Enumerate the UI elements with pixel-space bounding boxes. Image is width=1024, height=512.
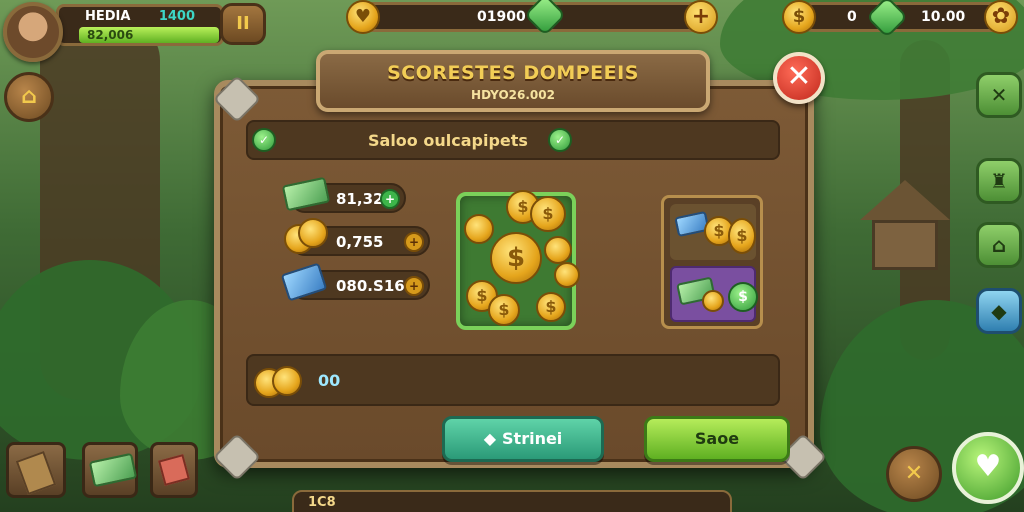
bonus-slot-coins: $ $ [670,204,756,260]
coin-icon [554,262,580,288]
diamond-icon: ◆ [483,429,497,448]
section-title: Saloo oulcapipets [368,131,528,150]
add-resource-button[interactable]: + [404,232,424,252]
clover-icon[interactable]: ✿ [984,0,1018,34]
player-plate: HEDIA 1400 82,006 [56,4,224,46]
bonus-slot-gem: $ [670,266,758,322]
coin-stack-icon [284,218,338,258]
gem-count: 10.00 [921,9,966,25]
bonus-card[interactable]: $ $ $ [661,195,763,329]
resource-value: 0,755 [336,233,384,251]
home-button[interactable]: ⌂ [4,72,54,122]
bg-treehouse [860,180,950,270]
close-button[interactable]: ✕ [773,52,825,104]
pause-button[interactable]: II [220,3,266,45]
coin-icon: $ [536,292,566,322]
coin-stack-icon [254,362,308,402]
cash-icon [281,175,332,215]
currency-value: 01900 [477,9,526,25]
player-score: 1400 [158,9,195,24]
resource-row-book: 080.S16 + [280,262,430,302]
inventory-slot-cash[interactable] [82,442,138,498]
add-currency-button[interactable]: + [684,0,718,34]
heart-coin-icon: ♥ [346,0,380,34]
coin-icon: $ [490,232,542,284]
bottom-close-button[interactable]: ✕ [886,446,942,502]
dialog-title-plate: SCORESTES DOMPEEIS HDYO26.002 [316,50,710,112]
bottom-status-text: 1C8 [308,495,336,510]
treasure-coin-pile[interactable]: $ $ $ $ $ $ [456,190,580,330]
section-header: ✓ Saloo oulcapipets ✓ [246,120,780,160]
add-resource-button[interactable]: + [380,189,400,209]
avatar[interactable] [3,2,63,62]
dialog-title: SCORESTES DOMPEEIS [387,62,639,84]
chat-icon[interactable]: ♥ [952,432,1024,504]
secondary-action-label: Strinei [502,429,563,448]
player-xp-bar: 82,006 [79,27,219,43]
map-icon[interactable]: ◆ [976,288,1022,334]
coin-icon: $ [530,196,566,232]
bag-icon[interactable]: ♜ [976,158,1022,204]
secondary-action-button[interactable]: ◆ Strinei [442,416,604,462]
coin-count: 0 [847,9,857,25]
coin-icon: $ [728,218,756,254]
resource-row-cash: 81,328 + [281,176,406,213]
dollar-gem-icon: $ [728,282,758,312]
inventory-slot-scroll[interactable] [6,442,66,498]
coin-icon: $ [782,0,816,34]
bottom-status-bar: 1C8 [292,490,732,512]
info-icon[interactable]: ✓ [252,128,276,152]
book-icon [280,262,332,302]
save-button[interactable]: Saoe [644,416,790,462]
check-icon[interactable]: ✓ [548,128,572,152]
inventory-slot-box[interactable] [150,442,198,498]
dialog-subtitle: HDYO26.002 [471,88,555,102]
coin-icon [544,236,572,264]
resource-value: 080.S16 [336,277,405,295]
boot-icon[interactable]: ⌂ [976,222,1022,268]
side-close-button[interactable]: ✕ [976,72,1022,118]
add-resource-button[interactable]: + [404,276,424,296]
reward-bar: 00 [246,354,780,406]
coin-icon: $ [488,294,520,326]
resource-row-coins: 0,755 + [284,218,430,256]
coin-icon [702,290,724,312]
player-name: HEDIA [85,9,131,24]
coin-icon [464,214,494,244]
reward-value: 00 [318,371,341,390]
